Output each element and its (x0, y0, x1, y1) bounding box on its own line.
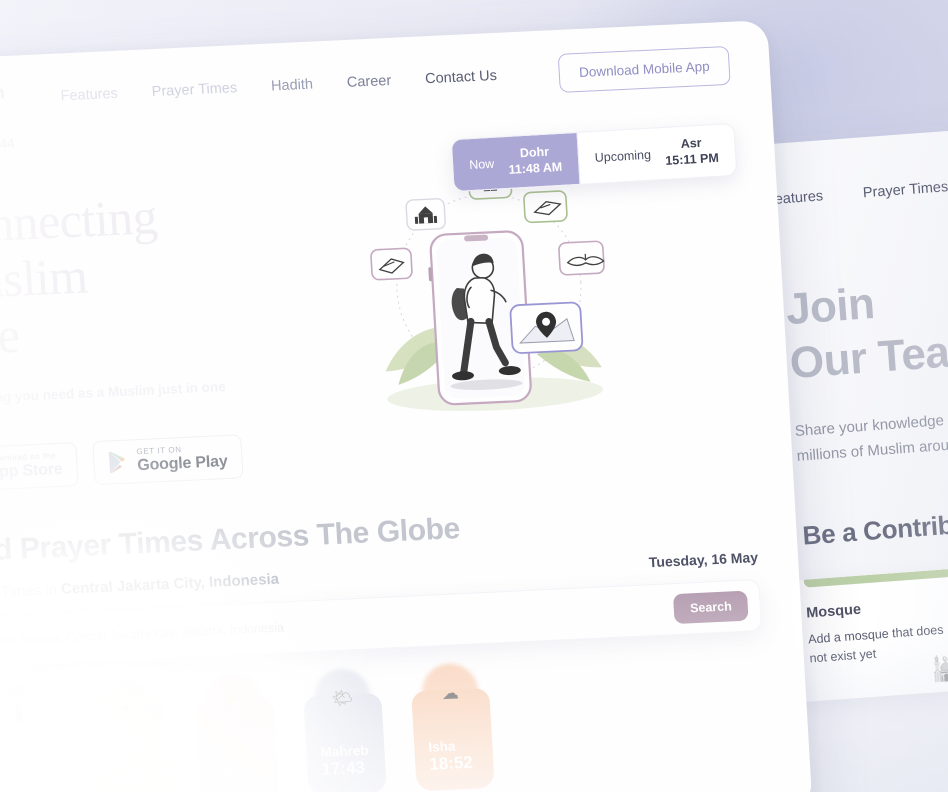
prayer-time: 17:43 (320, 758, 366, 780)
secondary-heading-line1: Join (784, 278, 877, 335)
prayer-card-asr[interactable]: ⛅ Asr 15:11 (195, 694, 280, 792)
app-store-big-label: App Store (0, 460, 63, 482)
prayer-strip-now-segment[interactable]: Now Dohr 11:48 AM (451, 132, 580, 192)
prayer-card-sunrise[interactable]: 🌡 Sunrise 05:54 (0, 704, 64, 792)
google-play-icon (108, 451, 125, 474)
nav-link-hadith[interactable]: Hadith (271, 77, 314, 95)
google-play-big-label: Google Play (136, 452, 228, 474)
nav-link-career[interactable]: Career (346, 73, 391, 91)
nav-link-features[interactable]: Features (60, 86, 118, 105)
feature-icon-card-book (370, 247, 413, 281)
prayer-times-section: Find Prayer Times Across The Globe Praye… (0, 453, 810, 792)
secondary-paragraph: Share your knowledge about mosque and co… (794, 395, 948, 465)
search-button[interactable]: Search (673, 591, 749, 625)
hero-title: Connecting Muslim Life (0, 185, 239, 367)
download-mobile-app-button[interactable]: Download Mobile App (558, 45, 731, 93)
prayer-card-dohr[interactable]: ☀ Dohr 11:49 (87, 699, 172, 792)
prayer-card-isha[interactable]: ☁ Isha 18:52 (411, 684, 495, 792)
prayer-time: 18:52 (428, 753, 474, 775)
prayer-time: 05:54 (0, 773, 42, 792)
secondary-subheading: Be a Contributor (801, 506, 948, 551)
card-accent-bar (803, 568, 948, 588)
app-store-badge[interactable]: Download on the App Store (0, 442, 79, 493)
contributor-card-mosque[interactable]: Mosque Add a mosque that does not exist … (789, 567, 948, 703)
site-logo[interactable]: Muslim Xplore (0, 82, 6, 118)
prayer-time: 11:49 (105, 768, 149, 790)
nav-link-prayer-times[interactable]: Prayer Times (151, 80, 237, 100)
nav-link-contact-us[interactable]: Contact Us (425, 68, 498, 87)
hero-title-line3: Life (0, 306, 21, 367)
now-prayer-time: 11:48 AM (508, 159, 563, 177)
secondary-heading: Join Our Team (784, 253, 948, 390)
logo-title: Muslim (0, 82, 5, 105)
prayer-card-list: ☆ Fajr 04:38 🌡 Sunrise 05:54 ☀ Dohr 11:4… (0, 675, 771, 792)
prayer-weather-icon: ⛅ (223, 693, 246, 714)
prayer-card-mahreb[interactable]: 🌤 Mahreb 17:43 (303, 689, 387, 792)
upcoming-label: Upcoming (594, 147, 652, 165)
feature-icon-card-quran (558, 240, 605, 276)
prayer-weather-icon: ☁ (441, 683, 460, 704)
prayer-weather-icon: ☀ (118, 699, 135, 719)
card-description: Add a mosque that does not exist yet (807, 622, 944, 666)
hero-copy: Connecting Muslim Life Everything you ne… (0, 171, 247, 493)
presentation-stage: Features Prayer Times Hadith Join Our Te… (0, 0, 948, 792)
hero-illustration (229, 147, 752, 479)
prayer-date: Tuesday, 16 May (648, 549, 759, 571)
mosque-icon: 🕌 (929, 654, 948, 684)
hero-subtitle: Everything you need as a Muslim just in … (0, 378, 226, 408)
muslim-app-illustration (370, 166, 605, 412)
city-search-input[interactable] (0, 602, 675, 650)
feature-icon-card-prayer-mat (523, 190, 568, 224)
google-play-badge[interactable]: GET IT ON Google Play (91, 434, 244, 486)
prayer-location-line: Prayer Times in Central Jakarta City, In… (0, 571, 279, 603)
now-label: Now (468, 156, 495, 172)
upcoming-prayer-time: 15:11 PM (664, 150, 720, 168)
prayer-weather-icon: 🌡 (7, 703, 31, 724)
prayer-strip-upcoming-segment[interactable]: Upcoming Asr 15:11 PM (577, 124, 735, 184)
location-prefix: Prayer Times in (0, 581, 58, 604)
logo-subtitle: Xplore (0, 101, 6, 117)
location-value: Central Jakarta City, Indonesia (60, 571, 280, 599)
feature-icon-card-mosque (405, 198, 446, 231)
card-title: Mosque (805, 601, 862, 622)
main-nav-links: Features Prayer Times Hadith Career Cont… (60, 68, 497, 105)
prayer-weather-icon: 🌤 (331, 688, 354, 709)
feature-icon-card-map (509, 301, 584, 354)
prayer-time: 15:11 (213, 763, 257, 785)
